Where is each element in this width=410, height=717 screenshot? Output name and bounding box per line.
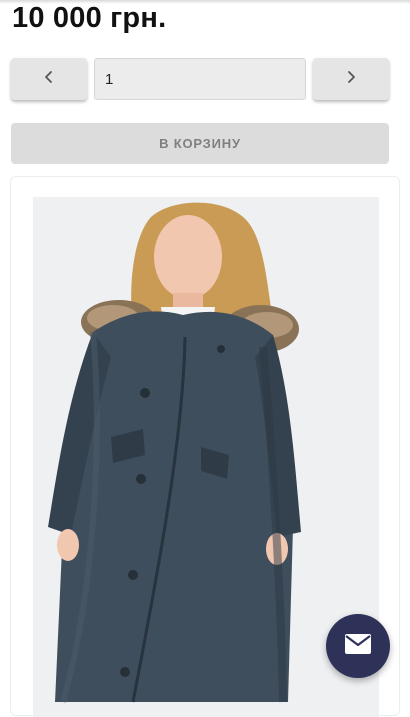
chevron-left-icon	[42, 70, 56, 89]
increment-button[interactable]	[313, 58, 389, 100]
contact-mail-button[interactable]	[326, 614, 390, 678]
envelope-icon	[345, 633, 371, 659]
chevron-right-icon	[344, 70, 358, 89]
quantity-input[interactable]	[94, 58, 306, 100]
add-to-cart-button[interactable]: В КОРЗИНУ	[11, 123, 389, 164]
product-price: 10 000 грн.	[12, 2, 167, 34]
quantity-stepper	[11, 58, 389, 102]
decrement-button[interactable]	[11, 58, 87, 100]
